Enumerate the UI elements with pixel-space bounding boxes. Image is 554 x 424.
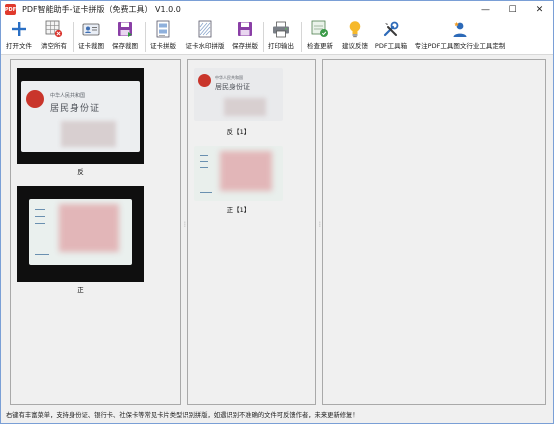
clear-all-button[interactable]: 清空所有 bbox=[38, 18, 70, 55]
maximize-button[interactable]: ☐ bbox=[499, 1, 526, 18]
toolbar: 打开文件 清空所有 证卡裁图 保存裁图 证卡拼版 证卡水印拼版 保存拼版 打印输… bbox=[1, 18, 553, 55]
output-preview-panel[interactable] bbox=[322, 59, 546, 405]
layout-card-front[interactable] bbox=[194, 146, 283, 201]
card-line bbox=[200, 161, 208, 162]
printer-icon bbox=[272, 20, 290, 38]
card-line bbox=[35, 254, 49, 255]
image-caption: 正【1】 bbox=[226, 206, 251, 214]
save-crop-icon bbox=[116, 20, 134, 38]
tools-icon bbox=[382, 20, 400, 38]
save-crop-button[interactable]: 保存裁图 bbox=[109, 18, 141, 55]
status-text: 右键有丰富菜单，支持身份证、银行卡、社保卡等常见卡片类型识别拼版，如遇识别不准确… bbox=[6, 412, 359, 419]
watermark-document-icon bbox=[196, 20, 214, 38]
source-images-panel[interactable]: 中华人民共和国 居民身份证 反 正 bbox=[10, 59, 181, 405]
image-caption: 正 bbox=[77, 286, 84, 294]
document-layout-icon bbox=[154, 20, 172, 38]
pdf-toolbox-button[interactable]: PDF工具箱 bbox=[373, 18, 409, 55]
national-emblem-icon bbox=[26, 90, 44, 108]
id-card-crop-icon bbox=[82, 20, 100, 38]
user-service-icon bbox=[451, 20, 469, 38]
card-line bbox=[35, 216, 45, 217]
save-layout-button[interactable]: 保存拼版 bbox=[230, 18, 260, 55]
id-layout-button[interactable]: 证卡拼版 bbox=[148, 18, 178, 55]
status-bar: 右键有丰富菜单，支持身份证、银行卡、社保卡等常见卡片类型识别拼版，如遇识别不准确… bbox=[1, 406, 553, 423]
card-line bbox=[200, 192, 212, 193]
id-card-back: 中华人民共和国 居民身份证 bbox=[21, 81, 140, 152]
check-update-button[interactable]: 检查更新 bbox=[304, 18, 336, 55]
layout-preview-panel[interactable]: 中华人民共和国 居民身份证 中华人民共和国 居民身份证 反【1】 正【1】 bbox=[187, 59, 316, 405]
blurred-region bbox=[220, 151, 272, 191]
plus-icon bbox=[10, 20, 28, 38]
window-title: PDF智能助手-证卡拼版（免费工具） V1.0.0 bbox=[22, 5, 181, 14]
splitter-handle[interactable]: ⋮ bbox=[182, 222, 188, 233]
splitter-handle[interactable]: ⋮ bbox=[317, 222, 323, 233]
toolbar-separator bbox=[301, 22, 302, 52]
blurred-region bbox=[59, 204, 119, 252]
minimize-button[interactable]: — bbox=[472, 1, 499, 18]
card-front-image[interactable] bbox=[17, 186, 144, 282]
title-bar: PDF PDF智能助手-证卡拼版（免费工具） V1.0.0 — ☐ ✕ bbox=[1, 1, 553, 18]
id-card-front bbox=[29, 199, 132, 265]
print-output-button[interactable]: 打印输出 bbox=[266, 18, 296, 55]
id-crop-button[interactable]: 证卡裁图 bbox=[76, 18, 106, 55]
clear-grid-icon bbox=[45, 20, 63, 38]
app-window: PDF PDF智能助手-证卡拼版（免费工具） V1.0.0 — ☐ ✕ 打开文件… bbox=[0, 0, 554, 424]
card-line bbox=[35, 209, 45, 210]
window-controls: — ☐ ✕ bbox=[472, 1, 553, 18]
update-check-icon bbox=[311, 20, 329, 38]
feedback-button[interactable]: 建议反馈 bbox=[339, 18, 371, 55]
watermark-layout-button[interactable]: 证卡水印拼版 bbox=[182, 18, 228, 55]
toolbar-separator bbox=[145, 22, 146, 52]
card-line bbox=[35, 223, 45, 224]
lightbulb-icon bbox=[346, 20, 364, 38]
card-back-image[interactable]: 中华人民共和国 居民身份证 bbox=[17, 68, 144, 164]
layout-card-back-full[interactable]: 中华人民共和国 居民身份证 bbox=[194, 68, 283, 121]
card-line bbox=[200, 155, 208, 156]
blurred-region bbox=[224, 98, 266, 116]
card-line bbox=[200, 167, 208, 168]
save-layout-icon bbox=[236, 20, 254, 38]
blurred-region bbox=[61, 121, 116, 147]
app-logo-icon: PDF bbox=[5, 4, 16, 15]
close-button[interactable]: ✕ bbox=[526, 1, 553, 18]
custom-tools-button[interactable]: 专注PDF工具图文行业工具定制 bbox=[410, 18, 510, 55]
image-caption: 反【1】 bbox=[226, 128, 251, 136]
image-caption: 反 bbox=[77, 168, 84, 176]
toolbar-separator bbox=[263, 22, 264, 52]
open-file-button[interactable]: 打开文件 bbox=[4, 18, 34, 55]
national-emblem-icon bbox=[198, 74, 211, 87]
toolbar-separator bbox=[73, 22, 74, 52]
